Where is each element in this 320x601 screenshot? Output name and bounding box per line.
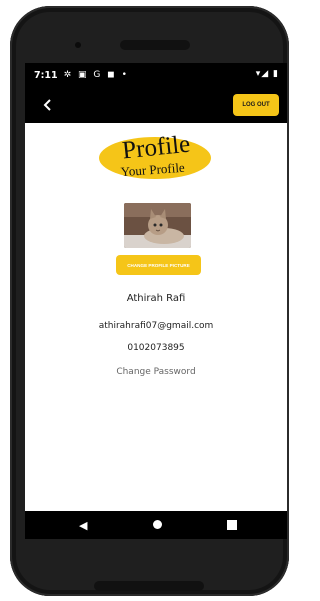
change-profile-picture-button[interactable]: CHANGE PROFILE PICTURE: [116, 255, 201, 275]
profile-picture: [124, 203, 191, 248]
bottom-speaker: [94, 581, 204, 591]
status-time: 7:11: [34, 69, 58, 81]
back-arrow-icon[interactable]: [39, 96, 57, 114]
profile-logo: Profile Your Profile: [93, 131, 217, 183]
status-signal-battery-icons: ▾◢ ▮: [255, 69, 279, 79]
status-bar: 7:11 ✲ ▣ G ◼ • ▾◢ ▮: [25, 63, 287, 87]
recents-square-icon[interactable]: [227, 520, 237, 530]
change-password-link[interactable]: Change Password: [25, 367, 287, 377]
user-name: Athirah Rafi: [126, 293, 186, 304]
user-email: athirahrafi07@gmail.com: [98, 321, 214, 331]
app-screen: 7:11 ✲ ▣ G ◼ • ▾◢ ▮ LOG OUT Profile Your…: [25, 63, 287, 539]
app-bar: LOG OUT: [25, 87, 287, 123]
user-phone: 0102073895: [127, 343, 185, 353]
home-circle-icon[interactable]: [153, 520, 162, 529]
earpiece-speaker: [120, 40, 190, 50]
android-nav-bar: ◀: [25, 511, 287, 539]
status-notification-icons: ✲ ▣ G ◼ •: [63, 70, 129, 80]
front-camera: [75, 42, 81, 48]
logout-button[interactable]: LOG OUT: [233, 94, 279, 116]
nav-back-icon[interactable]: ◀: [79, 519, 87, 532]
